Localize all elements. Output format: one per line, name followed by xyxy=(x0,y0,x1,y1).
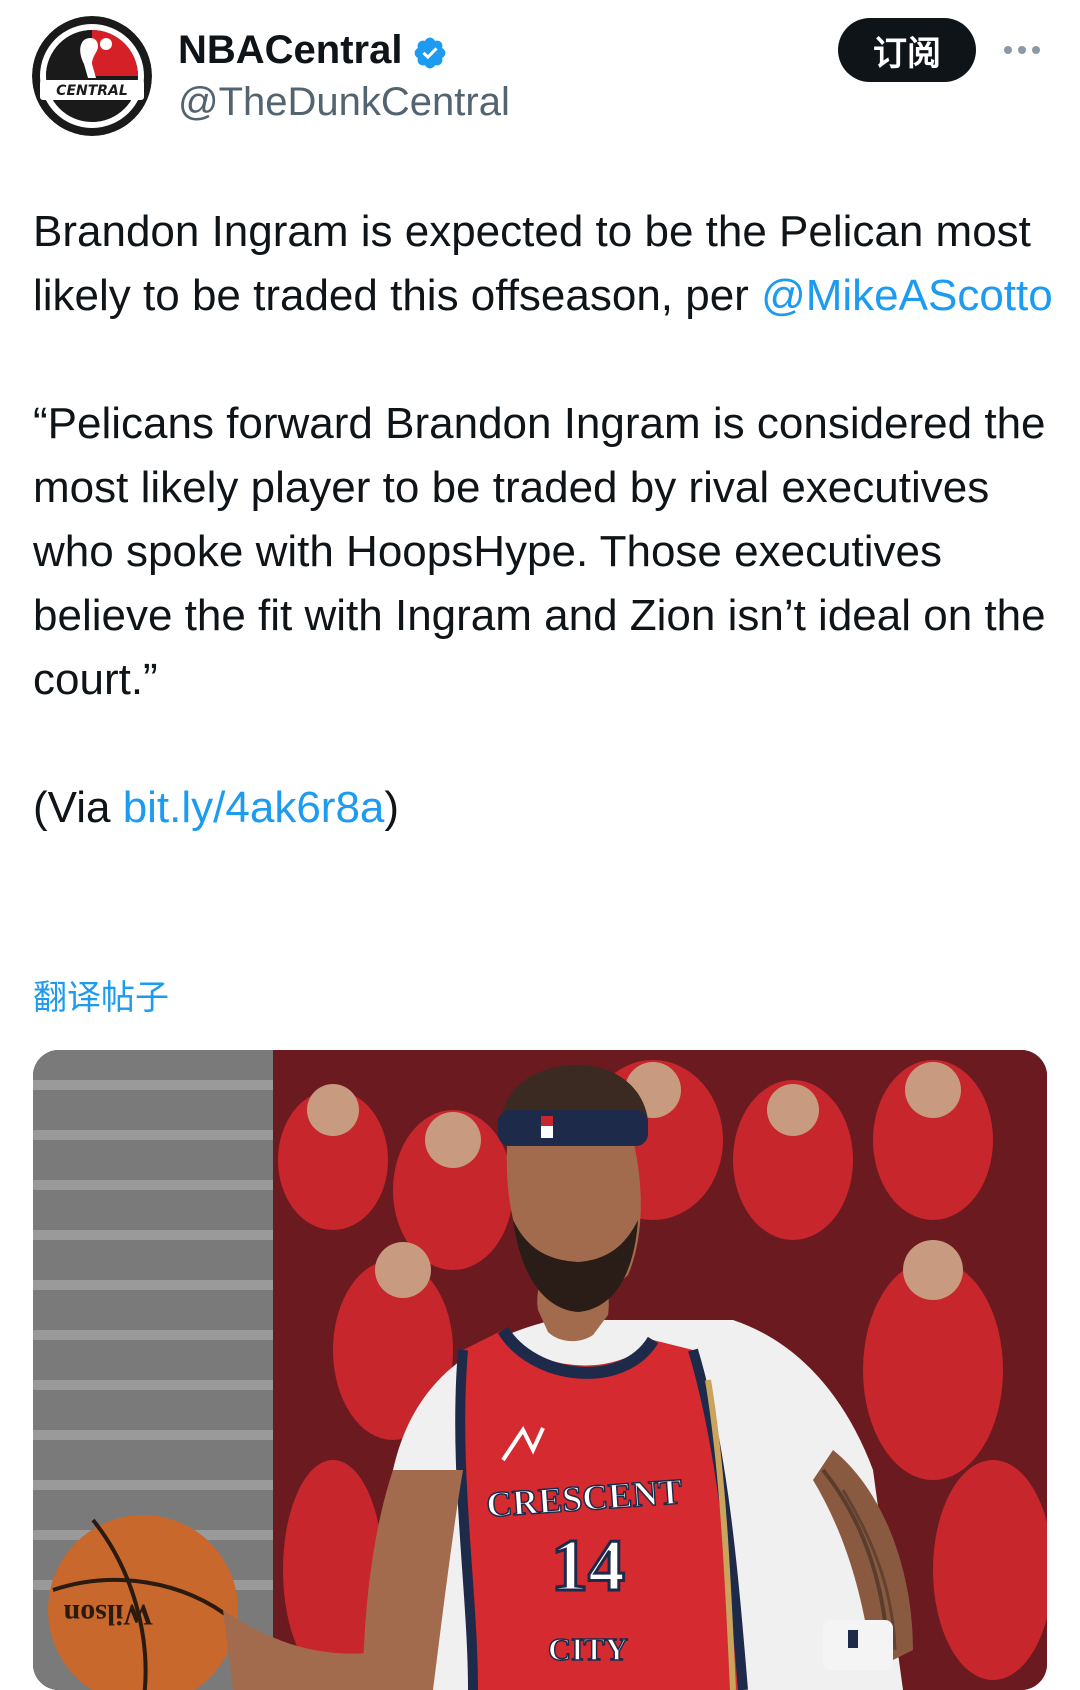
translate-post-link[interactable]: 翻译帖子 xyxy=(33,975,169,1021)
author-info[interactable]: NBACentral @TheDunkCentral xyxy=(178,24,510,128)
mention-link[interactable]: @MikeAScotto xyxy=(761,271,1053,320)
jersey-city: CITY xyxy=(548,1631,628,1667)
verified-badge-icon xyxy=(412,32,448,69)
tweet-via: (Via bit.ly/4ak6r8a) xyxy=(33,776,1053,840)
via-link[interactable]: bit.ly/4ak6r8a xyxy=(123,783,385,832)
ball-brand: Wilson xyxy=(63,1598,153,1631)
via-prefix: (Via xyxy=(33,783,123,832)
jersey-number: 14 xyxy=(551,1525,625,1607)
more-dot xyxy=(1018,46,1026,54)
player-photo: CRESCENT 14 CITY Wilson xyxy=(33,1050,1047,1690)
nba-central-logo: CENTRAL xyxy=(32,16,152,136)
subscribe-button[interactable]: 订阅 xyxy=(838,18,976,82)
tweet-media-photo[interactable]: CRESCENT 14 CITY Wilson xyxy=(33,1050,1047,1690)
via-suffix: ) xyxy=(384,783,400,832)
display-name-row: NBACentral xyxy=(178,24,510,76)
author-handle[interactable]: @TheDunkCentral xyxy=(178,76,510,128)
avatar[interactable]: CENTRAL xyxy=(32,16,152,136)
avatar-text: CENTRAL xyxy=(56,83,128,99)
tweet-paragraph-1: Brandon Ingram is expected to be the Pel… xyxy=(33,200,1053,328)
more-dot xyxy=(1004,46,1012,54)
display-name[interactable]: NBACentral xyxy=(178,24,402,76)
tweet-body: Brandon Ingram is expected to be the Pel… xyxy=(33,200,1053,840)
tweet-header: CENTRAL NBACentral @TheDunkCentral 订阅 xyxy=(0,0,1080,150)
more-dot xyxy=(1032,46,1040,54)
tweet-quote: “Pelicans forward Brandon Ingram is cons… xyxy=(33,399,1046,704)
more-options-button[interactable] xyxy=(996,28,1048,72)
